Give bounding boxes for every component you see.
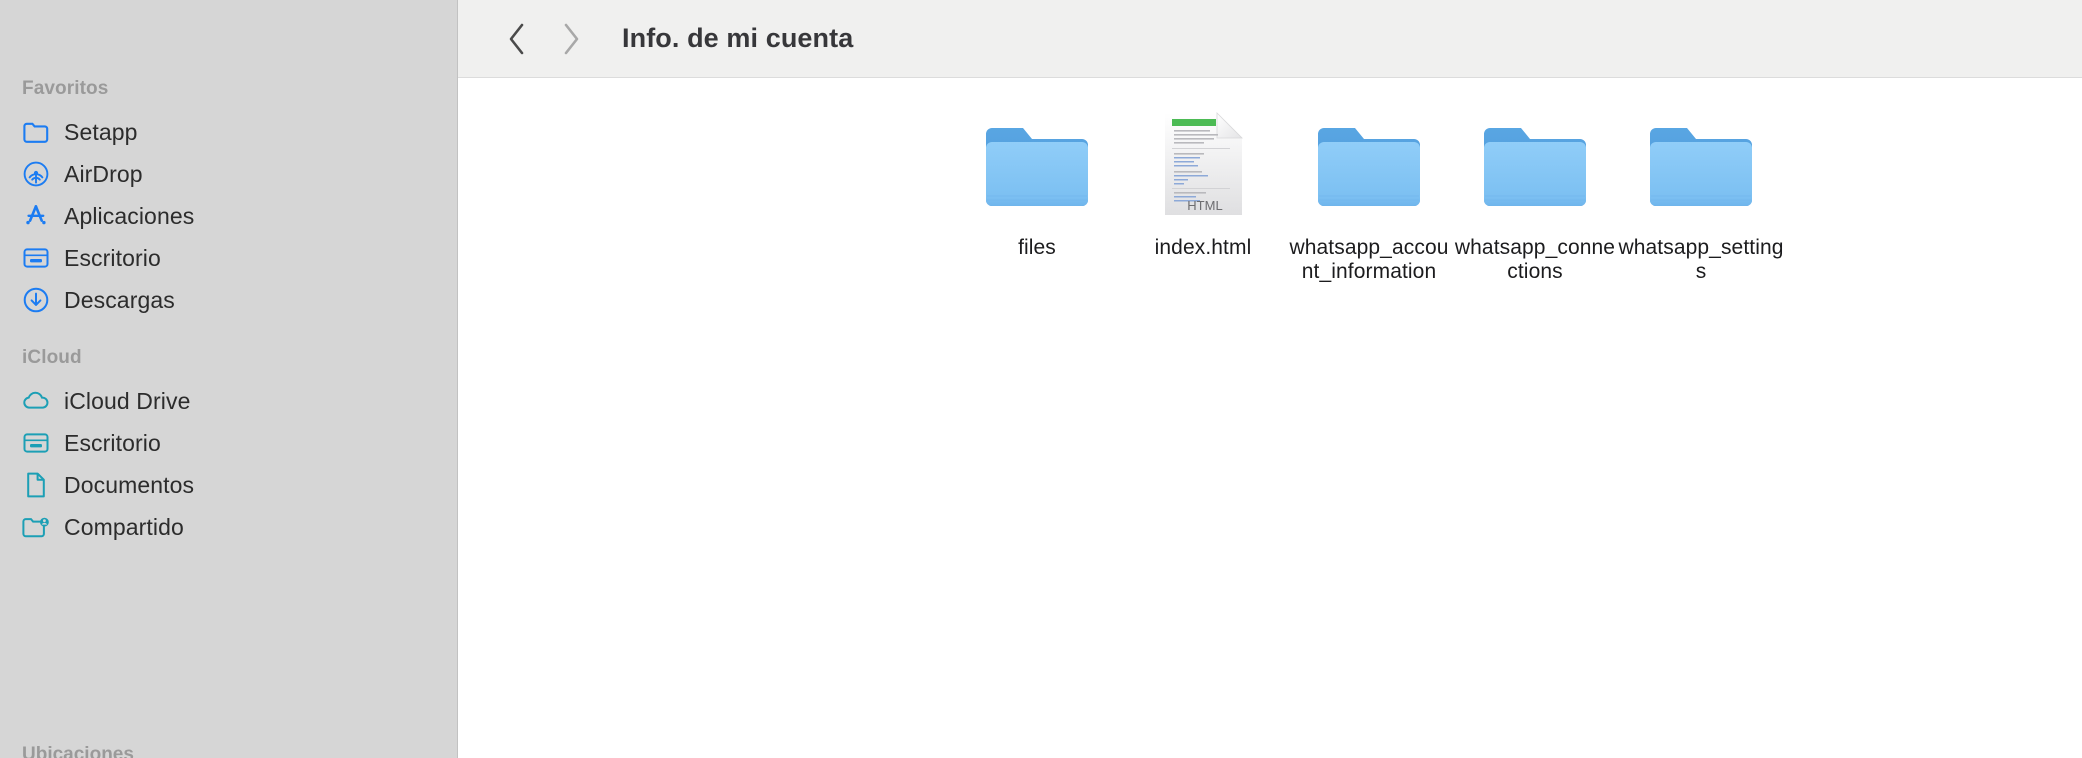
html-badge-label: HTML: [1187, 198, 1222, 213]
downloads-icon: [22, 286, 50, 314]
sidebar-item-label: Descargas: [64, 286, 175, 313]
html-document-icon: HTML: [1143, 108, 1263, 218]
sidebar-item-aplicaciones[interactable]: Aplicaciones: [0, 195, 457, 237]
sidebar: Favoritos Setapp AirDrop Aplicaciones Es…: [0, 0, 458, 758]
sidebar-item-label: iCloud Drive: [64, 387, 191, 414]
document-icon: [22, 471, 50, 499]
file-item[interactable]: whatsapp_account_information: [1286, 102, 1452, 284]
sidebar-item-label: Documentos: [64, 471, 195, 498]
desktop-icon: [22, 429, 50, 457]
applications-icon: [22, 202, 50, 230]
folder-icon: [1475, 108, 1595, 218]
sidebar-item-setapp[interactable]: Setapp: [0, 111, 457, 153]
sidebar-header-favoritos: Favoritos: [22, 78, 109, 99]
desktop-icon: [22, 244, 50, 272]
file-content-area[interactable]: files HTML index.html whatsapp_account_i…: [458, 78, 2082, 758]
chevron-right-icon: [564, 23, 579, 54]
sidebar-item-escritorio[interactable]: Escritorio: [0, 237, 457, 279]
sidebar-item-documentos[interactable]: Documentos: [0, 464, 457, 506]
file-name: files: [1018, 236, 1056, 259]
folder-icon: [1641, 108, 1761, 218]
sidebar-group-favoritos: Favoritos Setapp AirDrop Aplicaciones Es…: [0, 78, 457, 321]
icon-grid: files HTML index.html whatsapp_account_i…: [458, 102, 2082, 284]
file-name: whatsapp_connections: [1454, 236, 1616, 283]
finder-window: Favoritos Setapp AirDrop Aplicaciones Es…: [0, 0, 2082, 758]
back-button[interactable]: [490, 12, 544, 66]
file-item[interactable]: whatsapp_settings: [1618, 102, 1784, 284]
sidebar-header-icloud: iCloud: [22, 347, 82, 368]
sidebar-item-label: Escritorio: [64, 244, 161, 271]
main-area: Info. de mi cuenta files HTML index.html…: [458, 0, 2082, 758]
sidebar-item-icloud-escritorio[interactable]: Escritorio: [0, 422, 457, 464]
sidebar-item-icloud-drive[interactable]: iCloud Drive: [0, 380, 457, 422]
sidebar-item-label: Escritorio: [64, 429, 161, 456]
folder-icon: [977, 108, 1097, 218]
folder-icon: [22, 118, 50, 146]
sidebar-item-compartido[interactable]: Compartido: [0, 506, 457, 548]
file-item[interactable]: files: [954, 102, 1120, 284]
sidebar-group-icloud: iCloud iCloud Drive Escritorio Documento…: [0, 347, 457, 548]
file-name: whatsapp_account_information: [1289, 236, 1449, 283]
shared-folder-icon: [22, 513, 50, 541]
file-item[interactable]: HTML index.html: [1120, 102, 1286, 284]
file-name: whatsapp_settings: [1618, 236, 1784, 283]
forward-button[interactable]: [544, 12, 598, 66]
sidebar-item-label: Aplicaciones: [64, 202, 195, 229]
file-item[interactable]: whatsapp_connections: [1452, 102, 1618, 284]
sidebar-item-label: Setapp: [64, 118, 138, 145]
page-title: Info. de mi cuenta: [622, 23, 854, 53]
sidebar-header-ubicaciones: Ubicaciones: [22, 744, 134, 758]
toolbar: Info. de mi cuenta: [458, 0, 2082, 78]
sidebar-item-descargas[interactable]: Descargas: [0, 279, 457, 321]
airdrop-icon: [22, 160, 50, 188]
chevron-left-icon: [509, 23, 524, 54]
sidebar-item-label: Compartido: [64, 513, 184, 540]
file-name: index.html: [1154, 236, 1252, 259]
cloud-icon: [22, 387, 50, 415]
sidebar-item-airdrop[interactable]: AirDrop: [0, 153, 457, 195]
sidebar-item-label: AirDrop: [64, 160, 143, 187]
folder-icon: [1309, 108, 1429, 218]
